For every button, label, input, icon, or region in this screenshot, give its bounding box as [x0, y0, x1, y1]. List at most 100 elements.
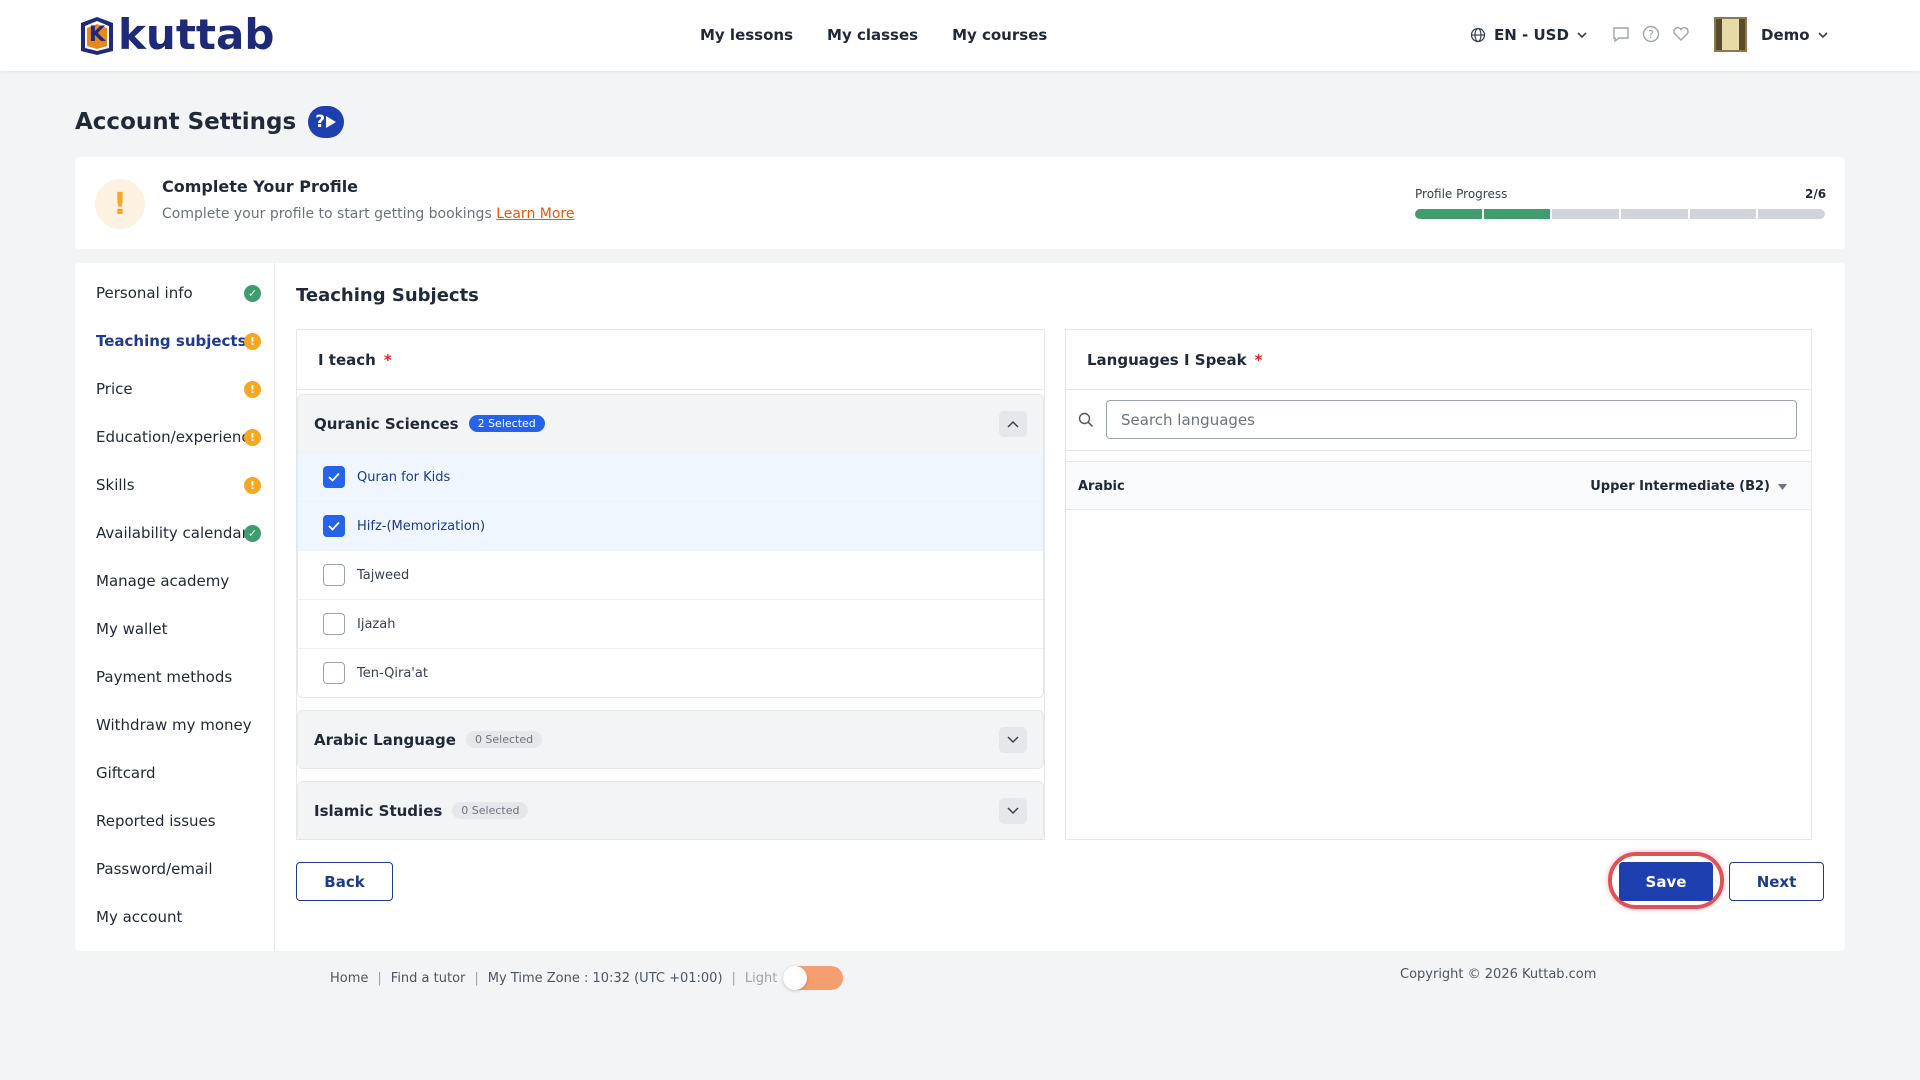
subject-option[interactable]: Ijazah [298, 599, 1043, 648]
subject-option[interactable]: Hifz-(Memorization) [298, 501, 1043, 550]
play-icon [326, 116, 337, 128]
nav-my-lessons[interactable]: My lessons [700, 26, 793, 44]
profile-card-title: Complete Your Profile [162, 177, 359, 196]
language-search [1066, 390, 1811, 451]
back-button[interactable]: Back [296, 862, 393, 901]
sidebar-item-label: Teaching subjects [96, 332, 247, 350]
sidebar-item[interactable]: Giftcard [96, 761, 261, 785]
sidebar-item[interactable]: Withdraw my money [96, 713, 261, 737]
i-teach-header: I teach * [297, 330, 1044, 390]
chevron-down-icon[interactable] [999, 798, 1027, 824]
language-name: Arabic [1078, 479, 1125, 494]
sidebar-item-label: Skills [96, 476, 135, 494]
required-mark: * [383, 350, 392, 369]
subject-option[interactable]: Tajweed [298, 550, 1043, 599]
language-level: Upper Intermediate (B2) [1590, 479, 1770, 494]
sidebar-item[interactable]: Personal info ✓ [96, 281, 261, 305]
subject-label: Ijazah [357, 616, 396, 632]
nav-my-classes[interactable]: My classes [827, 26, 918, 44]
footer-timezone[interactable]: My Time Zone : 10:32 (UTC +01:00) [488, 971, 723, 986]
subject-option[interactable]: Ten-Qira'at [298, 648, 1043, 697]
heart-icon[interactable] [1672, 25, 1690, 43]
language-level-select[interactable]: Upper Intermediate (B2) [1590, 479, 1787, 494]
chevron-down-icon[interactable] [999, 727, 1027, 753]
required-mark: * [1254, 350, 1263, 369]
sidebar-item[interactable]: My wallet [96, 617, 261, 641]
logo-text: kuttab [118, 10, 275, 59]
checkbox-unchecked[interactable] [323, 662, 345, 684]
accordion-title: Islamic Studies [314, 801, 443, 820]
theme-toggle[interactable] [783, 966, 844, 990]
progress-segment [1552, 209, 1620, 219]
copyright-text: Copyright © 2026 Kuttab.com [1400, 967, 1597, 982]
accordion-title: Arabic Language [314, 730, 456, 749]
nav-my-courses[interactable]: My courses [952, 26, 1047, 44]
page-title-row: Account Settings ? [75, 106, 345, 138]
learn-more-link[interactable]: Learn More [496, 206, 574, 222]
complete-profile-card: ! Complete Your Profile Complete your pr… [75, 157, 1845, 249]
sidebar-item-label: Personal info [96, 284, 193, 302]
subject-label: Hifz-(Memorization) [357, 518, 486, 534]
accordion-header[interactable]: Quranic Sciences 2 Selected [298, 395, 1043, 452]
help-video-button[interactable]: ? [308, 106, 345, 138]
accordion-header[interactable]: Islamic Studies 0 Selected [298, 782, 1043, 839]
content-title: Teaching Subjects [296, 285, 479, 306]
caret-down-icon [1778, 483, 1787, 490]
progress-segment [1483, 209, 1551, 219]
checkbox-checked[interactable] [323, 466, 345, 488]
sidebar-item[interactable]: Payment methods [96, 665, 261, 689]
sidebar-item-label: My account [96, 908, 183, 926]
user-avatar[interactable] [1714, 17, 1747, 52]
sidebar-item[interactable]: Education/experience! [96, 425, 261, 449]
progress-segment [1621, 209, 1688, 219]
languages-header: Languages I Speak * [1066, 330, 1811, 390]
chevron-up-icon[interactable] [999, 411, 1027, 437]
accordion-header[interactable]: Arabic Language 0 Selected [298, 711, 1043, 768]
subject-label: Quran for Kids [357, 469, 451, 485]
selected-count-badge: 0 Selected [465, 731, 543, 748]
save-button[interactable]: Save [1619, 862, 1713, 901]
sidebar-item[interactable]: Teaching subjects! [96, 329, 261, 353]
sidebar-item[interactable]: My account [96, 905, 261, 929]
profile-card-subtitle-text: Complete your profile to start getting b… [162, 206, 492, 222]
accordion-title: Quranic Sciences [314, 414, 459, 433]
language-currency-selector[interactable]: EN - USD [1470, 26, 1587, 44]
progress-segment [1689, 209, 1757, 219]
logo-letter: K [89, 22, 106, 46]
sidebar-item[interactable]: Reported issues [96, 809, 261, 833]
kuttab-logo[interactable]: K kuttab [78, 14, 274, 56]
chevron-down-icon [1577, 32, 1587, 39]
sidebar-item[interactable]: Password/email [96, 857, 261, 881]
languages-panel: Languages I Speak * Arabic Upper Interme… [1065, 329, 1812, 840]
help-icon[interactable]: ? [1642, 25, 1660, 43]
sidebar-item[interactable]: Availability calendar ✓ [96, 521, 261, 545]
selected-count-badge: 2 Selected [468, 415, 545, 432]
top-header: K kuttab My lessons My classes My course… [0, 0, 1920, 71]
subject-option[interactable]: Quran for Kids [298, 452, 1043, 501]
profile-progress-bar [1415, 209, 1826, 219]
accordion-quranic-sciences: Quranic Sciences 2 Selected Quran for Ki… [297, 394, 1044, 698]
check-icon [328, 472, 340, 482]
footer-find-tutor-link[interactable]: Find a tutor [391, 971, 466, 986]
sidebar-item[interactable]: Skills! [96, 473, 261, 497]
next-button[interactable]: Next [1729, 862, 1824, 901]
footer-separator: | [377, 970, 382, 986]
checkbox-checked[interactable] [323, 515, 345, 537]
sidebar-item-label: Availability calendar [96, 524, 248, 542]
checkbox-unchecked[interactable] [323, 564, 345, 586]
sidebar-item-label: Withdraw my money [96, 716, 252, 734]
question-icon: ? [315, 112, 326, 132]
sidebar-item[interactable]: Price! [96, 377, 261, 401]
main-nav: My lessons My classes My courses [700, 26, 1047, 44]
i-teach-label: I teach [318, 350, 376, 369]
language-search-input[interactable] [1106, 400, 1797, 439]
sidebar-item[interactable]: Manage academy [96, 569, 261, 593]
checkbox-unchecked[interactable] [323, 613, 345, 635]
footer-home-link[interactable]: Home [330, 971, 368, 986]
sidebar-item-label: Price [96, 380, 133, 398]
user-menu[interactable]: Demo [1761, 26, 1828, 44]
theme-label: Light [744, 970, 778, 986]
profile-progress-label: Profile Progress [1415, 187, 1508, 201]
chat-icon[interactable] [1612, 25, 1630, 43]
warning-circle-icon: ! [244, 428, 261, 446]
